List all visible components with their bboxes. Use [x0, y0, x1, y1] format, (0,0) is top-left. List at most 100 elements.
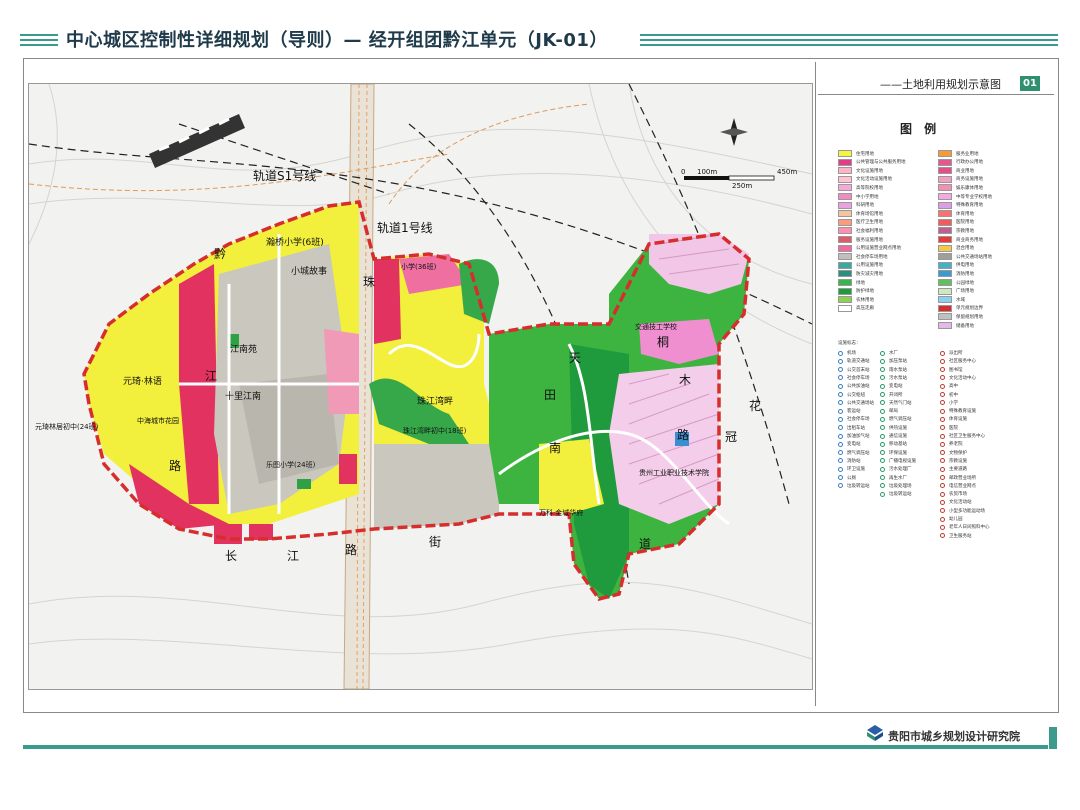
legend-label: 文化设施用地: [856, 168, 883, 174]
legend-label: 医院用地: [956, 220, 974, 226]
legend-label: 供电用地: [956, 263, 974, 269]
legend-item: 社会停车场用地: [838, 253, 888, 261]
facility-item: 通信设施: [880, 433, 907, 439]
facility-label: 老年人日间照料中心: [949, 525, 990, 531]
facility-item: 文化活动站: [940, 499, 972, 505]
road-char: 南: [549, 441, 562, 455]
scale-label-end: 450m: [777, 168, 798, 176]
facility-symbol-icon: [940, 524, 945, 530]
facility-label: 公交枢纽: [847, 392, 865, 398]
label-jiaotong-school: 交通技工学校: [635, 323, 677, 331]
facility-label: 文物保护: [949, 450, 967, 456]
legend-swatch: [838, 279, 852, 286]
label-yuanqi-linyu: 元琦·林语: [123, 377, 162, 387]
facility-item: 垃圾转运站: [838, 483, 870, 489]
label-zhujiang-wan: 珠江湾畔: [417, 397, 454, 407]
facility-symbol-icon: [940, 392, 945, 397]
facility-label: 污水处理厂: [889, 467, 912, 473]
label-lezhu-school: 乐图小学(24班): [266, 461, 316, 469]
legend-swatch: [938, 193, 952, 200]
legend-swatch: [838, 244, 852, 252]
label-guimao-school: 贵州工业职业技术学院: [639, 469, 709, 477]
facility-label: 医院: [949, 425, 958, 431]
facility-symbol-icon: [940, 466, 945, 472]
legend-swatch: [938, 201, 952, 209]
road-char: 长: [225, 549, 238, 563]
legend-item: 公园绿地: [938, 279, 974, 286]
facility-label: 机场: [847, 351, 856, 356]
facility-symbol-icon: [838, 416, 843, 422]
legend-label: 广场用地: [956, 289, 974, 295]
facility-symbol-icon: [838, 450, 843, 456]
legend-label: 防护绿地: [856, 289, 874, 295]
facility-heading: 设施标志：: [838, 341, 861, 346]
facility-label: 客运站: [847, 409, 861, 415]
facility-symbol-icon: [838, 367, 843, 373]
facility-symbol-icon: [838, 375, 843, 381]
facility-symbol-icon: [880, 416, 885, 422]
facility-item: 小学: [940, 400, 958, 406]
legend-item: 体育用地: [938, 210, 974, 218]
facility-item: 卫生服务站: [940, 533, 972, 539]
legend-label: 水域: [956, 297, 965, 303]
road-char: 黔: [214, 247, 227, 261]
legend-item: 中等专业学校用地: [938, 193, 992, 200]
legend-swatch: [838, 261, 852, 269]
legend-label: 高压走廊: [856, 306, 874, 312]
legend-swatch: [838, 175, 852, 183]
label-shili-jiangnan: 十里江南: [225, 392, 262, 402]
facility-item: 客运站: [838, 408, 861, 414]
legend-title: 图 例: [900, 122, 941, 136]
facility-label: 农贸市场: [949, 492, 967, 498]
facility-label: 小型多功能运动场: [949, 508, 985, 514]
facility-symbol-icon: [838, 466, 843, 472]
legend-swatch: [838, 201, 852, 209]
legend-swatch: [938, 287, 952, 295]
legend-swatch: [938, 175, 952, 183]
facility-label: 燃气调压站: [847, 450, 870, 456]
facility-symbol-icon: [880, 383, 885, 389]
legend-swatch: [838, 218, 852, 226]
facility-item: 雨水泵站: [880, 367, 907, 373]
scale-label-zero: 0: [681, 168, 686, 176]
facility-item: 公交首末站: [838, 367, 870, 373]
legend-item: 社会福利用地: [838, 227, 883, 235]
legend-swatch: [938, 253, 952, 261]
facility-label: 垃圾处理场: [889, 483, 912, 489]
facility-label: 燃气调压站: [889, 417, 912, 423]
facility-symbol-icon: [880, 483, 885, 489]
facility-item: 机场: [838, 350, 856, 356]
facility-symbol-icon: [880, 408, 885, 414]
legend-label: 住宅用地: [856, 151, 874, 157]
legend-swatch: [838, 167, 852, 175]
facility-label: 通信设施: [889, 434, 907, 439]
facility-label: 垃圾转运站: [847, 483, 870, 489]
facility-label: 邮政营业场所: [949, 475, 976, 481]
panel-divider: [815, 62, 816, 706]
facility-symbol-icon: [880, 392, 885, 397]
facility-symbol-icon: [880, 425, 885, 431]
legend-item: 医疗卫生用地: [838, 218, 883, 226]
facility-symbol-icon: [880, 441, 885, 447]
facility-item: 公交枢纽: [838, 392, 865, 398]
map-canvas[interactable]: 轨道S1号线 轨道1号线 瀚桥小学(6班) 小城故事 江南苑 十里江南 元琦·林…: [28, 83, 813, 690]
legend-swatch: [838, 253, 852, 261]
legend-item: 农林用地: [838, 296, 874, 304]
legend-swatch: [838, 210, 852, 218]
facility-symbol-icon: [940, 350, 945, 356]
legend-label: 服务设施用地: [856, 237, 883, 243]
label-hanfeng-school: 瀚桥小学(6班): [266, 238, 324, 248]
legend-item: 住宅用地: [838, 150, 874, 157]
legend-item: 特殊教育用地: [938, 201, 983, 209]
legend-item: 防护绿地: [838, 287, 874, 295]
legend-label: 商业商务用地: [956, 237, 983, 243]
legend-item: 宗教用地: [938, 227, 974, 235]
facility-symbol-icon: [940, 441, 945, 447]
legend-item: 公用设施营业网点用地: [838, 244, 901, 252]
legend-item: 文化活动设施用地: [838, 175, 892, 183]
facility-item: 轨道交通站: [838, 358, 870, 364]
legend-swatch: [938, 167, 952, 175]
header-decor-right: [640, 34, 1058, 49]
facility-symbol-icon: [838, 392, 843, 397]
legend-swatch: [938, 218, 952, 226]
